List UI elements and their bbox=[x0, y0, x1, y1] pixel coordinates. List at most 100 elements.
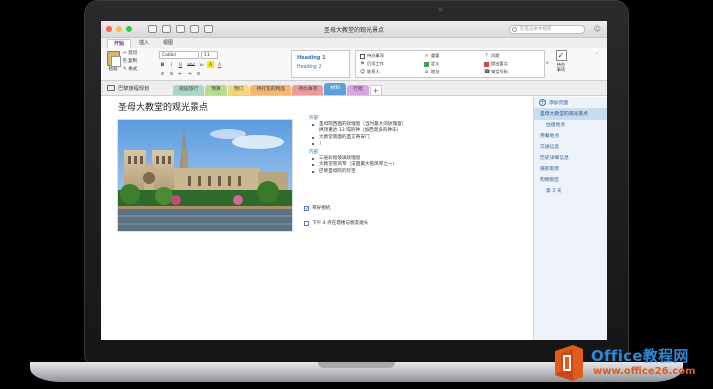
page-title[interactable]: 圣母大教堂的观光景点 bbox=[118, 100, 208, 113]
styles-gallery[interactable]: Heading 1 Heading 2 bbox=[291, 50, 350, 78]
ribbon-tabs: 开始 插入 视图 bbox=[101, 38, 607, 48]
tag-todo-label: 待办事项 bbox=[367, 53, 384, 58]
tag-important[interactable]: ★ 重要 bbox=[424, 53, 439, 59]
todo-item-label: 带好相机 bbox=[312, 206, 331, 211]
camera-dot bbox=[438, 7, 443, 12]
watermark-name: Office教程网 bbox=[591, 347, 689, 365]
page-item-history[interactable]: 历史详细信息 bbox=[534, 153, 607, 164]
tag-highlight[interactable]: 提出要点 bbox=[484, 61, 508, 67]
pages-pane: + 添加页面 圣母大教堂的观光景点 住宿地点 用餐地点 交通信息 历史详细信息 … bbox=[533, 97, 607, 340]
heading1-style[interactable]: Heading 1 bbox=[297, 54, 344, 63]
todo-item-label: 下午 4 点在塔楼与朋友碰头 bbox=[312, 221, 369, 226]
checked-checkbox-icon[interactable]: ✓ bbox=[304, 205, 309, 211]
search-icon bbox=[512, 27, 517, 32]
notes-outline[interactable]: 外部 圣母院西面的玫瑰窗（当时最大的玫瑰窗） 拱顶重达 13 吨的钟（加西莫多的… bbox=[309, 116, 529, 175]
page-item-photography[interactable]: 摄影取景 bbox=[534, 164, 607, 175]
strikethrough-button[interactable]: abc bbox=[186, 61, 196, 68]
tag-todo[interactable]: 待办事项 bbox=[360, 53, 384, 59]
tag-address-label: 地址 bbox=[431, 69, 440, 74]
highlight-green-icon bbox=[424, 61, 429, 67]
tag-phone-label: 电话号码 bbox=[491, 69, 508, 74]
page-item-lodging[interactable]: 住宿地点 bbox=[534, 120, 607, 131]
tag-followup-label: 后续工作 bbox=[367, 61, 384, 66]
watermark-url: www.office26.com bbox=[593, 366, 696, 377]
cut-label: 剪切 bbox=[128, 51, 138, 56]
tab-home[interactable]: 开始 bbox=[107, 39, 132, 48]
checkbox-icon bbox=[360, 53, 365, 59]
italic-button[interactable]: I bbox=[168, 61, 175, 68]
cut-button[interactable]: ✂ 剪切 bbox=[123, 50, 137, 58]
office-logo-icon bbox=[551, 343, 587, 383]
house-icon: ⌂ bbox=[424, 68, 429, 75]
copy-label: 复制 bbox=[128, 59, 138, 64]
phone-icon: ☎ bbox=[484, 68, 491, 75]
section-tab-materials[interactable]: 材料 bbox=[324, 83, 347, 95]
copy-button[interactable]: ⎘ 复制 bbox=[123, 58, 137, 66]
format-painter-button[interactable]: ✎ 格式 bbox=[123, 66, 137, 74]
search-placeholder: 在笔记本中搜索 bbox=[520, 27, 552, 32]
font-color-button[interactable]: A bbox=[216, 61, 223, 68]
ribbon: 粘贴 ✂ 剪切 ⎘ 复制 ✎ 格式 Calibri 11 B I U abc x… bbox=[101, 48, 607, 81]
cathedral-photo bbox=[117, 119, 293, 232]
stage: 圣母大教堂的观光景点 在笔记本中搜索 ☺ 开始 插入 视图 粘贴 ✂ 剪切 ⎘ … bbox=[0, 0, 713, 389]
notebook-selector[interactable]: 巴黎旅程规划 bbox=[101, 81, 173, 95]
section-tab-todo[interactable]: 待办事项 bbox=[292, 85, 324, 95]
star-icon: ★ bbox=[424, 52, 429, 59]
highlight-button[interactable]: A bbox=[207, 61, 215, 68]
tag-question-label: 问题 bbox=[491, 53, 500, 58]
feedback-smiley-icon[interactable]: ☺ bbox=[594, 25, 601, 33]
clipboard-icon bbox=[106, 51, 121, 67]
subscript-button[interactable]: x₂ bbox=[198, 61, 205, 68]
indent-button[interactable]: ⇥ bbox=[186, 70, 193, 77]
format-label: 格式 bbox=[128, 67, 138, 72]
numbering-button[interactable]: ≡ bbox=[168, 70, 175, 77]
tag-definition[interactable]: 定义 bbox=[424, 61, 439, 67]
heading2-style[interactable]: Heading 2 bbox=[297, 63, 344, 72]
add-section-button[interactable]: + bbox=[369, 85, 382, 95]
todo-item[interactable]: 下午 4 点在塔楼与朋友碰头 bbox=[304, 220, 368, 226]
font-size-select[interactable]: 11 bbox=[201, 51, 218, 59]
tag-phone[interactable]: ☎ 电话号码 bbox=[484, 69, 508, 75]
flag-icon: ⚑ bbox=[360, 60, 365, 67]
contact-icon: ☺ bbox=[360, 68, 366, 75]
todo-check-icon: ✓ bbox=[555, 50, 567, 61]
align-button[interactable]: ≡ bbox=[195, 70, 202, 77]
page-item-day3[interactable]: 第 3 天 bbox=[534, 186, 607, 197]
page-item-dining[interactable]: 用餐地点 bbox=[534, 131, 607, 142]
page-item-sights[interactable]: 圣母大教堂的观光景点 bbox=[534, 109, 607, 120]
tag-address[interactable]: ⌂ 地址 bbox=[424, 69, 439, 75]
unchecked-checkbox-icon[interactable] bbox=[304, 220, 309, 226]
ribbon-collapse-icon[interactable]: ⌃ bbox=[595, 52, 599, 58]
outdent-button[interactable]: ⇤ bbox=[177, 70, 184, 77]
tab-view[interactable]: 视图 bbox=[157, 39, 179, 48]
page-item-transport[interactable]: 交通信息 bbox=[534, 142, 607, 153]
add-page-button[interactable]: + 添加页面 bbox=[534, 97, 607, 109]
tag-highlight-label: 提出要点 bbox=[491, 61, 508, 66]
tag-question[interactable]: ? 问题 bbox=[484, 53, 499, 59]
underline-button[interactable]: U bbox=[177, 61, 184, 68]
bullets-button[interactable]: ≡ bbox=[159, 70, 166, 77]
bold-button[interactable]: B bbox=[159, 61, 166, 68]
section-tab-itinerary[interactable]: 行程 bbox=[347, 85, 369, 95]
highlight-red-icon bbox=[484, 61, 489, 67]
tab-insert[interactable]: 插入 bbox=[133, 39, 155, 48]
search-input[interactable]: 在笔记本中搜索 bbox=[509, 25, 585, 34]
add-page-label: 添加页面 bbox=[549, 101, 569, 106]
section-tab-budget[interactable]: 预算 bbox=[205, 85, 227, 95]
tag-followup[interactable]: ⚑ 后续工作 bbox=[360, 61, 384, 67]
tag-definition-label: 定义 bbox=[431, 61, 440, 66]
paste-button[interactable]: 粘贴 bbox=[105, 51, 121, 72]
section-tab-trips[interactable]: 短途旅行 bbox=[173, 85, 205, 95]
tags-more-icon[interactable]: ▸ bbox=[546, 60, 549, 66]
todo-label: 待办 事项 bbox=[556, 62, 566, 72]
section-tab-booking[interactable]: 预订 bbox=[227, 85, 250, 95]
format-row: B I U abc x₂ A A bbox=[159, 61, 223, 68]
font-name-select[interactable]: Calibri bbox=[159, 51, 199, 59]
todo-tag-button[interactable]: ✓ 待办 事项 bbox=[551, 50, 571, 72]
section-tab-packing[interactable]: 待打包的物品 bbox=[250, 85, 292, 95]
page-canvas[interactable]: 圣母大教堂的观光景点 外部 圣母院西面的玫瑰窗（当时最大的玫瑰窗） 拱顶重达 1… bbox=[101, 97, 533, 340]
tags-gallery: 待办事项 ★ 重要 ? 问题 ⚑ 后续工作 定义 提出要点 ☺ 联系人 ⌂ 地址 ☎ 电话号… bbox=[355, 50, 545, 78]
tag-contact[interactable]: ☺ 联系人 bbox=[360, 69, 380, 75]
page-item-shopping[interactable]: 购物街区 bbox=[534, 175, 607, 186]
todo-item[interactable]: ✓ 带好相机 bbox=[304, 205, 330, 211]
